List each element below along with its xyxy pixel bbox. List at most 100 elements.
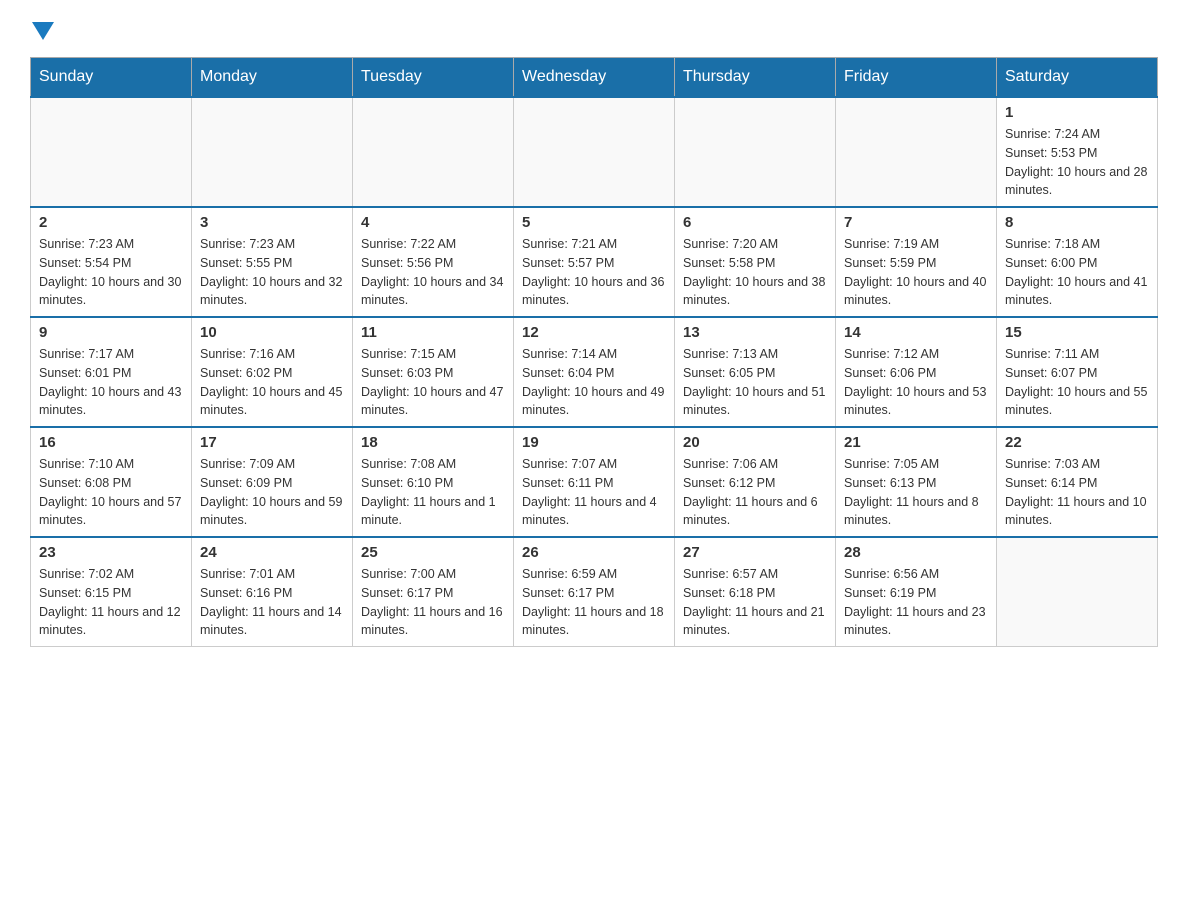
day-number: 6 [683, 214, 827, 231]
day-number: 19 [522, 434, 666, 451]
day-info: Sunrise: 7:15 AMSunset: 6:03 PMDaylight:… [361, 345, 505, 420]
day-number: 26 [522, 544, 666, 561]
calendar-cell: 9 Sunrise: 7:17 AMSunset: 6:01 PMDaylight… [31, 317, 192, 427]
calendar-cell: 6 Sunrise: 7:20 AMSunset: 5:58 PMDaylight… [675, 207, 836, 317]
calendar-cell: 22 Sunrise: 7:03 AMSunset: 6:14 PMDayligh… [997, 427, 1158, 537]
day-header-tuesday: Tuesday [353, 58, 514, 98]
day-number: 2 [39, 214, 183, 231]
week-row-5: 23 Sunrise: 7:02 AMSunset: 6:15 PMDayligh… [31, 537, 1158, 647]
day-info: Sunrise: 7:13 AMSunset: 6:05 PMDaylight:… [683, 345, 827, 420]
week-row-3: 9 Sunrise: 7:17 AMSunset: 6:01 PMDaylight… [31, 317, 1158, 427]
day-number: 13 [683, 324, 827, 341]
calendar-cell: 8 Sunrise: 7:18 AMSunset: 6:00 PMDaylight… [997, 207, 1158, 317]
day-info: Sunrise: 6:59 AMSunset: 6:17 PMDaylight:… [522, 565, 666, 640]
calendar-cell: 14Sunrise: 7:12 AMSunset: 6:06 PMDayligh… [836, 317, 997, 427]
day-info: Sunrise: 7:17 AMSunset: 6:01 PMDaylight:… [39, 345, 183, 420]
day-info: Sunrise: 7:21 AMSunset: 5:57 PMDaylight:… [522, 235, 666, 310]
calendar-cell [514, 97, 675, 207]
calendar-cell [353, 97, 514, 207]
day-number: 4 [361, 214, 505, 231]
calendar-cell: 25 Sunrise: 7:00 AMSunset: 6:17 PMDayligh… [353, 537, 514, 647]
calendar-cell: 24 Sunrise: 7:01 AMSunset: 6:16 PMDayligh… [192, 537, 353, 647]
day-number: 22 [1005, 434, 1149, 451]
day-header-saturday: Saturday [997, 58, 1158, 98]
day-info: Sunrise: 7:19 AMSunset: 5:59 PMDaylight:… [844, 235, 988, 310]
day-number: 10 [200, 324, 344, 341]
calendar-cell: 7 Sunrise: 7:19 AMSunset: 5:59 PMDaylight… [836, 207, 997, 317]
day-number: 16 [39, 434, 183, 451]
day-header-friday: Friday [836, 58, 997, 98]
calendar-cell: 23 Sunrise: 7:02 AMSunset: 6:15 PMDayligh… [31, 537, 192, 647]
calendar-header-row: SundayMondayTuesdayWednesdayThursdayFrid… [31, 58, 1158, 98]
calendar-cell [31, 97, 192, 207]
calendar-table: SundayMondayTuesdayWednesdayThursdayFrid… [30, 57, 1158, 647]
day-info: Sunrise: 6:57 AMSunset: 6:18 PMDaylight:… [683, 565, 827, 640]
calendar-cell: 27 Sunrise: 6:57 AMSunset: 6:18 PMDayligh… [675, 537, 836, 647]
calendar-cell [836, 97, 997, 207]
day-header-monday: Monday [192, 58, 353, 98]
day-number: 23 [39, 544, 183, 561]
calendar-cell [675, 97, 836, 207]
day-number: 9 [39, 324, 183, 341]
calendar-cell: 2 Sunrise: 7:23 AMSunset: 5:54 PMDaylight… [31, 207, 192, 317]
calendar-cell: 15 Sunrise: 7:11 AMSunset: 6:07 PMDayligh… [997, 317, 1158, 427]
day-info: Sunrise: 7:22 AMSunset: 5:56 PMDaylight:… [361, 235, 505, 310]
day-number: 11 [361, 324, 505, 341]
day-header-wednesday: Wednesday [514, 58, 675, 98]
day-info: Sunrise: 7:23 AMSunset: 5:55 PMDaylight:… [200, 235, 344, 310]
calendar-cell: 18Sunrise: 7:08 AMSunset: 6:10 PMDayligh… [353, 427, 514, 537]
day-info: Sunrise: 7:05 AMSunset: 6:13 PMDaylight:… [844, 455, 988, 530]
day-number: 28 [844, 544, 988, 561]
day-info: Sunrise: 7:09 AMSunset: 6:09 PMDaylight:… [200, 455, 344, 530]
day-info: Sunrise: 7:08 AMSunset: 6:10 PMDaylight:… [361, 455, 505, 530]
calendar-cell: 13 Sunrise: 7:13 AMSunset: 6:05 PMDayligh… [675, 317, 836, 427]
day-info: Sunrise: 7:20 AMSunset: 5:58 PMDaylight:… [683, 235, 827, 310]
day-info: Sunrise: 7:18 AMSunset: 6:00 PMDaylight:… [1005, 235, 1149, 310]
day-number: 17 [200, 434, 344, 451]
calendar-cell: 26 Sunrise: 6:59 AMSunset: 6:17 PMDayligh… [514, 537, 675, 647]
day-info: Sunrise: 7:03 AMSunset: 6:14 PMDaylight:… [1005, 455, 1149, 530]
day-number: 5 [522, 214, 666, 231]
day-info: Sunrise: 7:23 AMSunset: 5:54 PMDaylight:… [39, 235, 183, 310]
day-info: Sunrise: 7:10 AMSunset: 6:08 PMDaylight:… [39, 455, 183, 530]
logo-triangle-icon [32, 22, 54, 40]
page-header [30, 20, 1158, 41]
day-number: 15 [1005, 324, 1149, 341]
calendar-cell: 11 Sunrise: 7:15 AMSunset: 6:03 PMDayligh… [353, 317, 514, 427]
calendar-cell: 4 Sunrise: 7:22 AMSunset: 5:56 PMDaylight… [353, 207, 514, 317]
week-row-1: 1Sunrise: 7:24 AMSunset: 5:53 PMDaylight… [31, 97, 1158, 207]
calendar-cell: 12 Sunrise: 7:14 AMSunset: 6:04 PMDayligh… [514, 317, 675, 427]
day-info: Sunrise: 7:14 AMSunset: 6:04 PMDaylight:… [522, 345, 666, 420]
day-number: 12 [522, 324, 666, 341]
day-number: 25 [361, 544, 505, 561]
day-info: Sunrise: 7:01 AMSunset: 6:16 PMDaylight:… [200, 565, 344, 640]
day-number: 20 [683, 434, 827, 451]
logo [30, 20, 54, 41]
day-info: Sunrise: 7:02 AMSunset: 6:15 PMDaylight:… [39, 565, 183, 640]
calendar-cell: 21 Sunrise: 7:05 AMSunset: 6:13 PMDayligh… [836, 427, 997, 537]
day-header-thursday: Thursday [675, 58, 836, 98]
calendar-cell: 19Sunrise: 7:07 AMSunset: 6:11 PMDayligh… [514, 427, 675, 537]
day-number: 8 [1005, 214, 1149, 231]
day-info: Sunrise: 7:00 AMSunset: 6:17 PMDaylight:… [361, 565, 505, 640]
day-number: 7 [844, 214, 988, 231]
day-number: 21 [844, 434, 988, 451]
calendar-cell: 28Sunrise: 6:56 AMSunset: 6:19 PMDayligh… [836, 537, 997, 647]
calendar-cell [997, 537, 1158, 647]
day-number: 24 [200, 544, 344, 561]
day-number: 27 [683, 544, 827, 561]
day-info: Sunrise: 7:11 AMSunset: 6:07 PMDaylight:… [1005, 345, 1149, 420]
calendar-cell: 10Sunrise: 7:16 AMSunset: 6:02 PMDayligh… [192, 317, 353, 427]
week-row-4: 16 Sunrise: 7:10 AMSunset: 6:08 PMDayligh… [31, 427, 1158, 537]
calendar-cell: 5 Sunrise: 7:21 AMSunset: 5:57 PMDaylight… [514, 207, 675, 317]
day-number: 3 [200, 214, 344, 231]
calendar-cell [192, 97, 353, 207]
day-number: 1 [1005, 104, 1149, 121]
calendar-cell: 16 Sunrise: 7:10 AMSunset: 6:08 PMDayligh… [31, 427, 192, 537]
day-header-sunday: Sunday [31, 58, 192, 98]
day-number: 14 [844, 324, 988, 341]
calendar-cell: 20Sunrise: 7:06 AMSunset: 6:12 PMDayligh… [675, 427, 836, 537]
calendar-cell: 3 Sunrise: 7:23 AMSunset: 5:55 PMDaylight… [192, 207, 353, 317]
week-row-2: 2 Sunrise: 7:23 AMSunset: 5:54 PMDaylight… [31, 207, 1158, 317]
calendar-cell: 17 Sunrise: 7:09 AMSunset: 6:09 PMDayligh… [192, 427, 353, 537]
